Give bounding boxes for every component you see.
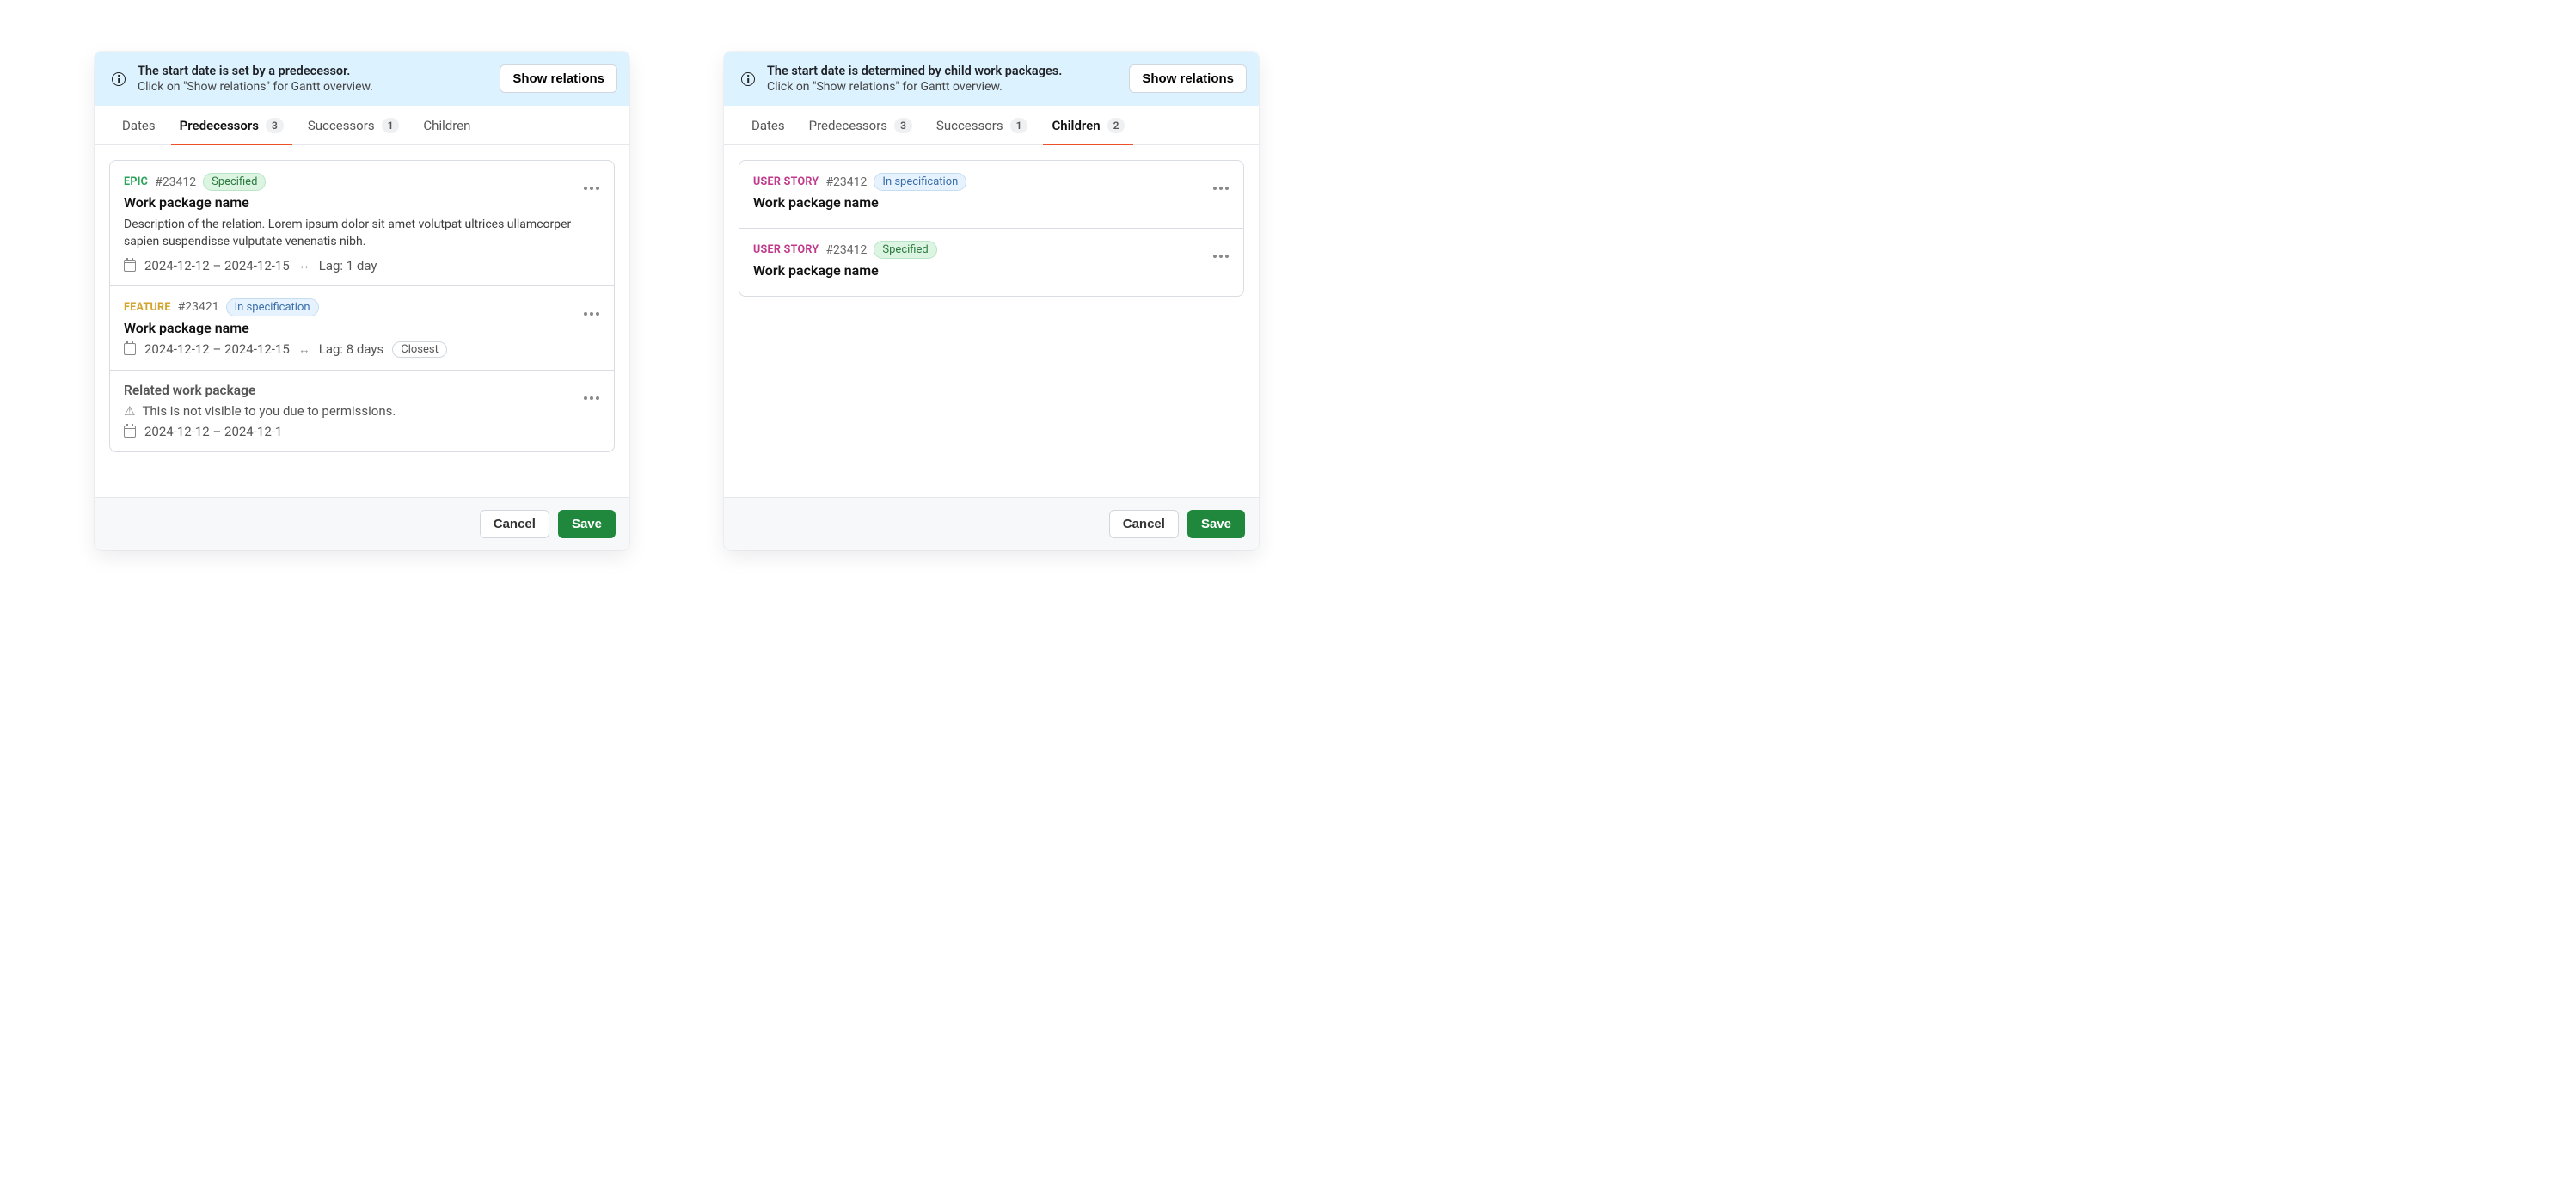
- tab-children[interactable]: Children: [414, 106, 479, 145]
- save-button[interactable]: Save: [558, 510, 616, 538]
- banner-message: The start date is determined by child wo…: [767, 64, 1117, 94]
- predecessor-card-hidden: Related work package ⚠ This is not visib…: [110, 371, 614, 451]
- tab-count: 3: [266, 118, 284, 133]
- wp-id: #23412: [155, 175, 196, 189]
- more-actions-icon[interactable]: [581, 180, 602, 197]
- info-icon: [112, 72, 126, 86]
- tab-children[interactable]: Children2: [1043, 106, 1133, 145]
- tab-count: 2: [1107, 118, 1125, 133]
- lag-text: Lag: 8 days: [319, 341, 384, 357]
- more-actions-icon[interactable]: [581, 305, 602, 322]
- type-badge: FEATURE: [124, 301, 171, 314]
- status-pill: In specification: [874, 173, 966, 191]
- calendar-icon: [124, 426, 136, 438]
- show-relations-button[interactable]: Show relations: [500, 64, 617, 93]
- type-badge: USER STORY: [753, 175, 819, 188]
- calendar-icon: [124, 343, 136, 355]
- lag-arrow-icon: ↔: [298, 258, 310, 273]
- wp-name: Work package name: [124, 194, 600, 211]
- info-icon: [741, 72, 755, 86]
- wp-id: #23412: [825, 243, 867, 257]
- more-actions-icon[interactable]: [1211, 180, 1231, 197]
- status-pill: Specified: [874, 241, 936, 259]
- panel-footer: Cancel Save: [95, 497, 629, 550]
- tabs: Dates Predecessors3 Successors1 Children: [95, 106, 629, 145]
- banner-subtitle: Click on "Show relations" for Gantt over…: [138, 80, 488, 94]
- cancel-button[interactable]: Cancel: [480, 510, 549, 538]
- wp-id: #23421: [178, 300, 219, 314]
- permission-message: This is not visible to you due to permis…: [142, 403, 396, 419]
- date-range: 2024-12-12 – 2024-12-15: [144, 258, 290, 273]
- relation-description: Description of the relation. Lorem ipsum…: [124, 216, 600, 251]
- child-card: USER STORY #23412 Specified Work package…: [739, 229, 1243, 296]
- cancel-button[interactable]: Cancel: [1109, 510, 1179, 538]
- panel-body: EPIC #23412 Specified Work package name …: [95, 145, 629, 497]
- tab-predecessors[interactable]: Predecessors3: [171, 106, 292, 145]
- child-card: USER STORY #23412 In specification Work …: [739, 161, 1243, 229]
- tab-predecessors[interactable]: Predecessors3: [800, 106, 921, 145]
- wp-name: Work package name: [124, 320, 600, 336]
- children-list: USER STORY #23412 In specification Work …: [739, 160, 1244, 297]
- type-badge: USER STORY: [753, 243, 819, 256]
- wp-name: Work package name: [753, 262, 1230, 279]
- banner-message: The start date is set by a predecessor. …: [138, 64, 488, 94]
- predecessor-list: EPIC #23412 Specified Work package name …: [109, 160, 615, 452]
- panel-predecessors: The start date is set by a predecessor. …: [95, 52, 629, 550]
- banner: The start date is set by a predecessor. …: [95, 52, 629, 106]
- tab-count: 1: [1010, 118, 1028, 133]
- tab-count: 3: [894, 118, 912, 133]
- lag-arrow-icon: ↔: [298, 342, 310, 357]
- type-badge: EPIC: [124, 175, 148, 188]
- banner-title: The start date is set by a predecessor.: [138, 64, 488, 78]
- wp-id: #23412: [825, 175, 867, 189]
- lag-text: Lag: 1 day: [319, 258, 377, 273]
- status-pill: In specification: [226, 298, 319, 316]
- more-actions-icon[interactable]: [1211, 248, 1231, 265]
- tab-successors[interactable]: Successors1: [299, 106, 408, 145]
- wp-name: Work package name: [753, 194, 1230, 211]
- date-range: 2024-12-12 – 2024-12-15: [144, 341, 290, 357]
- tabs: Dates Predecessors3 Successors1 Children…: [724, 106, 1259, 145]
- more-actions-icon[interactable]: [581, 390, 602, 407]
- banner-title: The start date is determined by child wo…: [767, 64, 1117, 78]
- date-range: 2024-12-12 – 2024-12-1: [144, 424, 282, 439]
- banner: The start date is determined by child wo…: [724, 52, 1259, 106]
- tab-successors[interactable]: Successors1: [928, 106, 1037, 145]
- tab-dates[interactable]: Dates: [743, 106, 794, 145]
- panel-body: USER STORY #23412 In specification Work …: [724, 145, 1259, 497]
- panel-footer: Cancel Save: [724, 497, 1259, 550]
- banner-subtitle: Click on "Show relations" for Gantt over…: [767, 80, 1117, 94]
- status-pill: Specified: [203, 173, 266, 191]
- related-wp-title: Related work package: [124, 383, 600, 398]
- warning-icon: ⚠: [124, 403, 135, 419]
- tab-count: 1: [382, 118, 400, 133]
- tab-dates[interactable]: Dates: [113, 106, 164, 145]
- show-relations-button[interactable]: Show relations: [1129, 64, 1247, 93]
- panel-children: The start date is determined by child wo…: [724, 52, 1259, 550]
- closest-chip: Closest: [392, 341, 447, 358]
- predecessor-card: FEATURE #23421 In specification Work pac…: [110, 286, 614, 371]
- calendar-icon: [124, 260, 136, 272]
- predecessor-card: EPIC #23412 Specified Work package name …: [110, 161, 614, 286]
- save-button[interactable]: Save: [1187, 510, 1245, 538]
